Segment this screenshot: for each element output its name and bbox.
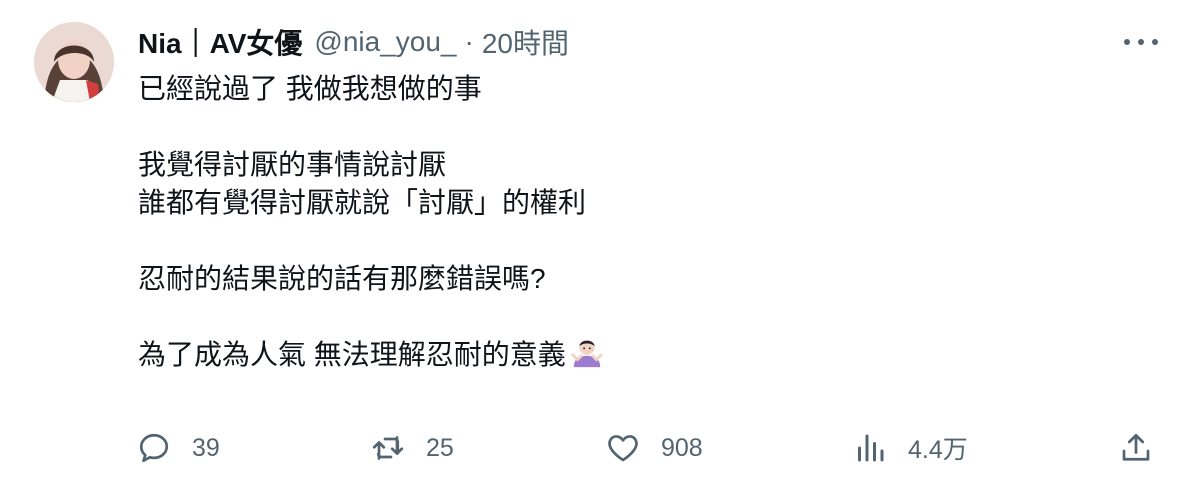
tweet-line: 忍耐的結果說的話有那麼錯誤嗎? xyxy=(138,263,546,294)
tweet-line: 誰都有覺得討厭就說「討厭」的權利 xyxy=(138,187,587,218)
tweet-header: Nia｜AV女優 @nia_you_ · 20時間 xyxy=(138,24,569,60)
tweet-actions: 39 25 908 4.4万 xyxy=(136,426,1160,470)
views-button[interactable]: 4.4万 xyxy=(852,426,968,470)
views-count: 4.4万 xyxy=(908,436,968,464)
more-dot xyxy=(1152,39,1158,45)
like-count: 908 xyxy=(661,433,703,462)
line-break xyxy=(138,108,1118,146)
tweet-timestamp[interactable]: 20時間 xyxy=(482,22,569,62)
views-icon xyxy=(858,434,884,462)
more-icon[interactable] xyxy=(1124,30,1158,54)
reply-count: 39 xyxy=(192,433,220,462)
reply-button[interactable]: 39 xyxy=(136,426,220,470)
share-button[interactable] xyxy=(1118,426,1154,470)
person-shrugging-emoji xyxy=(571,339,603,368)
tweet-line: 為了成為人氣 無法理解忍耐的意義 xyxy=(138,336,1118,374)
reply-icon xyxy=(139,433,169,463)
tweet-text: 已經說過了 我做我想做的事 我覺得討厭的事情說討厭 誰都有覺得討厭就說「討厭」的… xyxy=(138,70,1118,374)
more-dot xyxy=(1138,39,1144,45)
tweet-line: 我覺得討厭的事情說討厭 xyxy=(138,149,447,180)
avatar-image xyxy=(34,22,114,102)
heart-icon xyxy=(608,435,638,462)
share-icon xyxy=(1122,433,1150,461)
tweet-line-text: 為了成為人氣 無法理解忍耐的意義 xyxy=(138,339,566,370)
separator-dot: · xyxy=(464,26,474,57)
tweet-line: 已經說過了 我做我想做的事 xyxy=(138,73,482,104)
retweet-icon xyxy=(372,436,404,460)
line-break xyxy=(138,298,1118,336)
author-name[interactable]: Nia｜AV女優 xyxy=(138,22,302,62)
avatar[interactable] xyxy=(34,22,114,102)
retweet-button[interactable]: 25 xyxy=(370,426,454,470)
line-break xyxy=(138,222,1118,260)
author-handle[interactable]: @nia_you_ xyxy=(314,26,456,58)
like-button[interactable]: 908 xyxy=(605,426,703,470)
more-dot xyxy=(1124,39,1130,45)
retweet-count: 25 xyxy=(426,433,454,462)
